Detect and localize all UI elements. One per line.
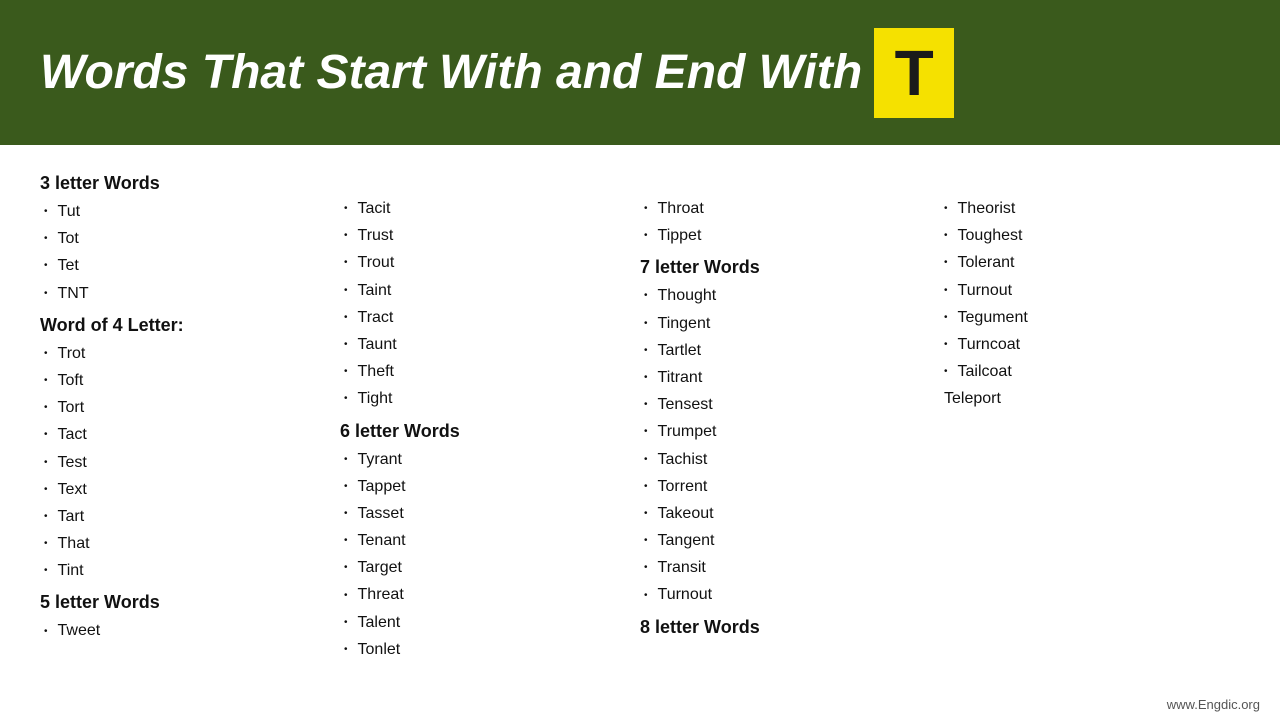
list-item: Tot — [40, 225, 330, 252]
list-item: Tangent — [640, 527, 930, 554]
list-item: Tolerant — [940, 249, 1230, 276]
footer-url: www.Engdic.org — [1167, 697, 1260, 712]
list-item: Trot — [40, 340, 330, 367]
column-3: Throat Tippet 7 letter Words Thought Tin… — [640, 165, 940, 663]
heading-5-letter: 5 letter Words — [40, 592, 330, 613]
list-item: Taint — [340, 277, 630, 304]
heading-6-letter: 6 letter Words — [340, 421, 630, 442]
standalone-teleport: Teleport — [944, 385, 1230, 412]
list-item: Tart — [40, 503, 330, 530]
list-item: Tort — [40, 394, 330, 421]
list-item: Tailcoat — [940, 358, 1230, 385]
list-item: Threat — [340, 581, 630, 608]
heading-3-letter: 3 letter Words — [40, 173, 330, 194]
list-item: Toughest — [940, 222, 1230, 249]
list-item: Test — [40, 449, 330, 476]
list-item: Transit — [640, 554, 930, 581]
list-item: Titrant — [640, 364, 930, 391]
list-item: Tight — [340, 385, 630, 412]
list-item: Turncoat — [940, 331, 1230, 358]
list-item: Tut — [40, 198, 330, 225]
list-item: Tacit — [340, 195, 630, 222]
list-3-letter: Tut Tot Tet TNT — [40, 198, 330, 307]
heading-7-letter: 7 letter Words — [640, 257, 930, 278]
list-item: Torrent — [640, 473, 930, 500]
list-item: Taunt — [340, 331, 630, 358]
page-title: Words That Start With and End With T — [40, 28, 954, 118]
list-item: Talent — [340, 609, 630, 636]
list-item: Thought — [640, 282, 930, 309]
list-item: Tenant — [340, 527, 630, 554]
list-4-letter: Trot Toft Tort Tact Test Text Tart That … — [40, 340, 330, 585]
list-item: Tract — [340, 304, 630, 331]
list-item: Trust — [340, 222, 630, 249]
list-item: Theorist — [940, 195, 1230, 222]
heading-4-letter: Word of 4 Letter: — [40, 315, 330, 336]
list-item: Takeout — [640, 500, 930, 527]
list-item: Trumpet — [640, 418, 930, 445]
list-7-letter: Thought Tingent Tartlet Titrant Tensest … — [640, 282, 930, 608]
list-item: Text — [40, 476, 330, 503]
list-item: Tensest — [640, 391, 930, 418]
list-5-letter: Tweet — [40, 617, 330, 644]
column-2: Tacit Trust Trout Taint Tract Taunt Thef… — [340, 165, 640, 663]
column-4: Theorist Toughest Tolerant Turnout Tegum… — [940, 165, 1240, 663]
list-8-letter: Theorist Toughest Tolerant Turnout Tegum… — [940, 195, 1230, 385]
list-item: Tyrant — [340, 446, 630, 473]
heading-8-letter: 8 letter Words — [640, 617, 930, 638]
list-item: Tappet — [340, 473, 630, 500]
title-text: Words That Start With and End With — [40, 45, 862, 100]
list-item: Target — [340, 554, 630, 581]
column-1: 3 letter Words Tut Tot Tet TNT Word of 4… — [40, 165, 340, 663]
list-item: Tint — [40, 557, 330, 584]
list-item: Tippet — [640, 222, 930, 249]
list-item: Theft — [340, 358, 630, 385]
list-item: Tweet — [40, 617, 330, 644]
list-item: Tingent — [640, 310, 930, 337]
content-area: 3 letter Words Tut Tot Tet TNT Word of 4… — [0, 145, 1280, 673]
list-6-continued: Throat Tippet — [640, 195, 930, 249]
list-item: Turnout — [640, 581, 930, 608]
t-badge: T — [874, 28, 954, 118]
list-item: Tasset — [340, 500, 630, 527]
list-item: Tet — [40, 252, 330, 279]
list-item: Throat — [640, 195, 930, 222]
list-6-letter: Tyrant Tappet Tasset Tenant Target Threa… — [340, 446, 630, 664]
list-item: Tartlet — [640, 337, 930, 364]
list-5-letter-continued: Tacit Trust Trout Taint Tract Taunt Thef… — [340, 195, 630, 413]
list-item: TNT — [40, 280, 330, 307]
list-item: Toft — [40, 367, 330, 394]
list-item: Turnout — [940, 277, 1230, 304]
list-item: Tonlet — [340, 636, 630, 663]
list-item: Tact — [40, 421, 330, 448]
header: Words That Start With and End With T — [0, 0, 1280, 145]
list-item: Tachist — [640, 446, 930, 473]
list-item: Trout — [340, 249, 630, 276]
list-item: Tegument — [940, 304, 1230, 331]
list-item: That — [40, 530, 330, 557]
